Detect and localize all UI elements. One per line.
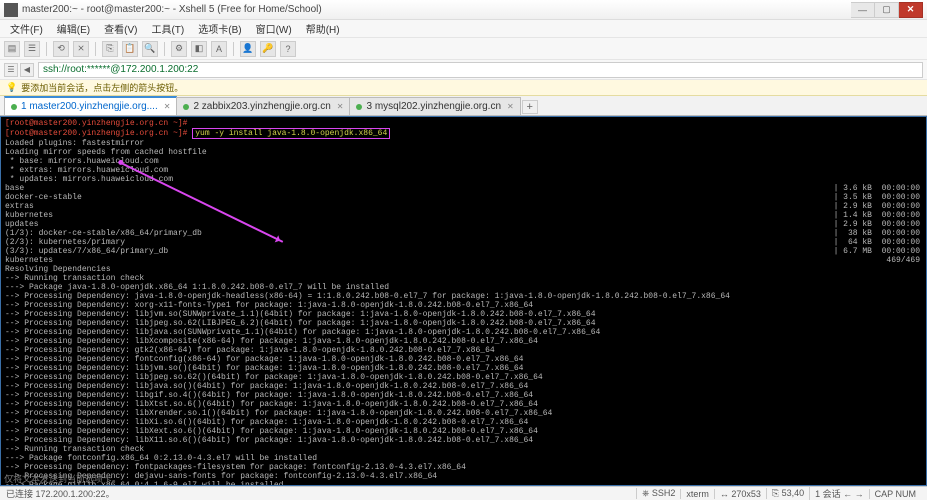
info-text: 要添加当前会话，点击左侧的箭头按钮。 [21, 81, 183, 94]
search-icon[interactable]: 🔍 [142, 41, 158, 57]
close-icon[interactable]: ✕ [164, 102, 171, 111]
prop-icon[interactable]: ⚙ [171, 41, 187, 57]
tab-label: 3 mysql202.yinzhengjie.org.cn [366, 101, 501, 112]
bulb-icon: 💡 [6, 82, 17, 93]
info-bar: 💡 要添加当前会话，点击左侧的箭头按钮。 [0, 80, 927, 96]
status-pos: ⎘ 53,40 [766, 488, 809, 499]
terminal-output[interactable]: [root@master200.yinzhengjie.org.cn ~]# [… [0, 116, 927, 486]
separator [46, 42, 47, 56]
new-tab-button[interactable]: + [522, 100, 538, 114]
toolbar: ▤ ☰ ⟲ ⨯ ⎘ 📋 🔍 ⚙ ◧ A 👤 🔑 ? [0, 38, 927, 60]
paste-icon[interactable]: 📋 [122, 41, 138, 57]
user-icon[interactable]: 👤 [240, 41, 256, 57]
menu-file[interactable]: 文件(F) [4, 20, 49, 37]
back-icon[interactable]: ◀ [20, 63, 34, 77]
close-icon[interactable]: ✕ [507, 102, 514, 111]
font-icon[interactable]: A [211, 41, 227, 57]
status-sessions: 1 会话 ← → [809, 487, 869, 500]
tab-label: 1 master200.yinzhengjie.org.... [21, 101, 158, 112]
maximize-button[interactable]: ▢ [875, 2, 899, 18]
menubar: 文件(F) 编辑(E) 查看(V) 工具(T) 选项卡(B) 窗口(W) 帮助(… [0, 20, 927, 38]
separator [95, 42, 96, 56]
window-controls: — ▢ ✕ [851, 2, 923, 18]
address-bar: ☰ ◀ [0, 60, 927, 80]
minimize-button[interactable]: — [851, 2, 875, 18]
copy-icon[interactable]: ⎘ [102, 41, 118, 57]
separator [164, 42, 165, 56]
color-icon[interactable]: ◧ [191, 41, 207, 57]
app-icon [4, 3, 18, 17]
tab-strip: 1 master200.yinzhengjie.org.... ✕ 2 zabbi… [0, 96, 927, 116]
status-caps: CAP NUM [869, 489, 921, 499]
tab-3[interactable]: 3 mysql202.yinzhengjie.org.cn ✕ [349, 97, 520, 115]
menu-help[interactable]: 帮助(H) [300, 20, 346, 37]
menu-view[interactable]: 查看(V) [98, 20, 143, 37]
tab-2[interactable]: 2 zabbix203.yinzhengjie.org.cn ✕ [176, 97, 350, 115]
compose-tip: 仅将文本发送到当前选项卡。 [4, 472, 121, 485]
menu-tools[interactable]: 工具(T) [145, 20, 190, 37]
status-dot-icon [183, 104, 189, 110]
tab-1[interactable]: 1 master200.yinzhengjie.org.... ✕ [4, 96, 177, 115]
key-icon[interactable]: 🔑 [260, 41, 276, 57]
status-size: ↔ 270x53 [714, 489, 766, 499]
address-input[interactable] [38, 62, 923, 78]
new-session-icon[interactable]: ▤ [4, 41, 20, 57]
status-ssh: ⎈ SSH2 [636, 488, 680, 499]
menu-edit[interactable]: 编辑(E) [51, 20, 96, 37]
tab-label: 2 zabbix203.yinzhengjie.org.cn [193, 101, 330, 112]
close-button[interactable]: ✕ [899, 2, 923, 18]
sessions-icon[interactable]: ☰ [4, 63, 18, 77]
status-bar: 已连接 172.200.1.200:22。 ⎈ SSH2 xterm ↔ 270… [0, 486, 927, 500]
status-connection: 已连接 172.200.1.200:22。 [6, 487, 115, 500]
reconnect-icon[interactable]: ⟲ [53, 41, 69, 57]
window-titlebar: master200:~ - root@master200:~ - Xshell … [0, 0, 927, 20]
close-icon[interactable]: ✕ [337, 102, 344, 111]
menu-tab[interactable]: 选项卡(B) [192, 20, 247, 37]
menu-window[interactable]: 窗口(W) [250, 20, 298, 37]
status-dot-icon [356, 104, 362, 110]
help-icon[interactable]: ? [280, 41, 296, 57]
status-dot-icon [11, 104, 17, 110]
open-icon[interactable]: ☰ [24, 41, 40, 57]
status-term: xterm [680, 489, 714, 499]
separator [233, 42, 234, 56]
disconnect-icon[interactable]: ⨯ [73, 41, 89, 57]
window-title: master200:~ - root@master200:~ - Xshell … [22, 4, 851, 15]
